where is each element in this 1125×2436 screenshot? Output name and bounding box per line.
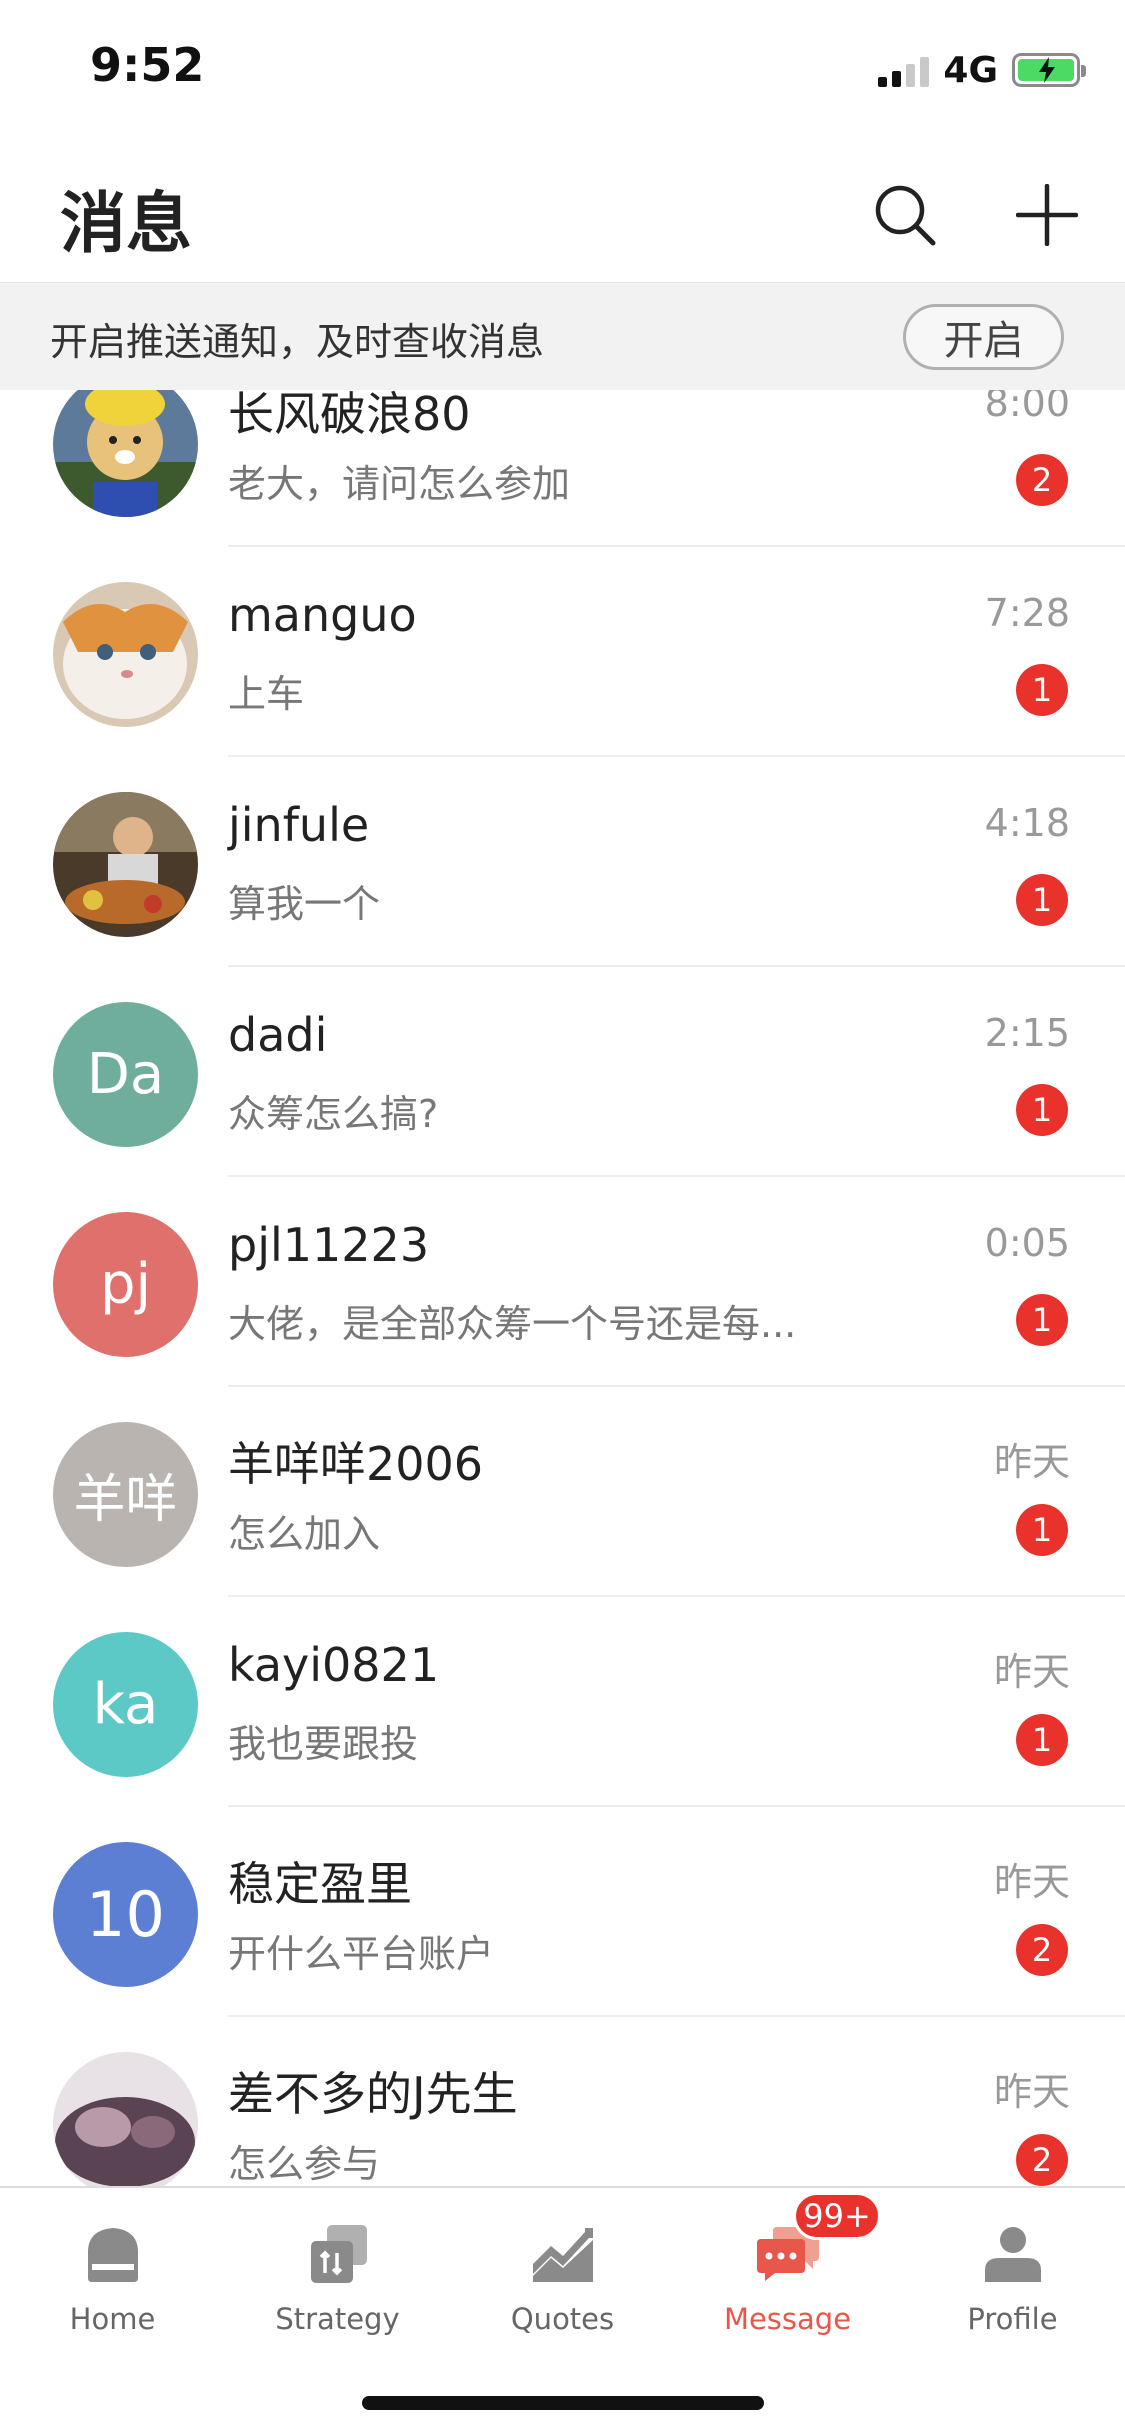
profile-icon	[973, 2214, 1053, 2294]
conversation-preview: 算我一个	[228, 882, 381, 926]
network-type: 4G	[943, 49, 998, 91]
conversation-time: 昨天	[993, 1860, 1070, 1904]
avatar	[53, 2052, 198, 2186]
unread-badge: 1	[1016, 1294, 1068, 1346]
avatar	[53, 582, 198, 727]
tab-strategy[interactable]: Strategy	[225, 2188, 450, 2348]
status-time: 9:52	[90, 38, 205, 92]
unread-badge: 1	[1016, 874, 1068, 926]
tab-label: Message	[723, 2302, 852, 2336]
avatar-initials: Da	[86, 1042, 165, 1107]
strategy-icon	[298, 2214, 378, 2294]
unread-badge: 2	[1016, 454, 1068, 506]
tab-profile[interactable]: Profile	[900, 2188, 1125, 2348]
unread-badge: 1	[1016, 1084, 1068, 1136]
avatar-initials: 10	[86, 1878, 165, 1951]
avatar-initials: 羊咩	[73, 1470, 178, 1530]
conversation-name: 稳定盈里	[228, 1857, 412, 1911]
conversation-item[interactable]: ka kayi0821 我也要跟投 昨天 1	[0, 1597, 1125, 1807]
avatar: ka	[53, 1632, 198, 1777]
search-button[interactable]	[865, 175, 945, 255]
conversation-item[interactable]: manguo 上车 7:28 1	[0, 547, 1125, 757]
avatar: pj	[53, 1212, 198, 1357]
avatar-initials: ka	[92, 1672, 159, 1737]
conversation-time: 2:15	[984, 1011, 1070, 1055]
tab-home[interactable]: Home	[0, 2188, 225, 2348]
conversation-item[interactable]: 差不多的J先生 怎么参与 昨天 2	[0, 2017, 1125, 2186]
conversation-name: 羊咩咩2006	[228, 1437, 484, 1491]
page-header: 消息	[0, 140, 1125, 282]
conversation-item[interactable]: Da dadi 众筹怎么搞? 2:15 1	[0, 967, 1125, 1177]
conversation-preview: 老大，请问怎么参加	[228, 462, 571, 506]
status-bar: 9:52 4G	[0, 0, 1125, 140]
conversation-name: kayi0821	[228, 1638, 440, 1692]
conversation-item[interactable]: 长风破浪80 老大，请问怎么参加 8:00 2	[0, 390, 1125, 547]
conversation-preview: 怎么参与	[228, 2142, 381, 2186]
conversation-name: dadi	[228, 1008, 328, 1062]
conversation-preview: 上车	[228, 672, 305, 716]
conversation-time: 0:05	[984, 1221, 1070, 1265]
conversation-name: pjl11223	[228, 1218, 430, 1272]
enable-notifications-button[interactable]: 开启	[903, 304, 1064, 370]
tab-label: Profile	[967, 2302, 1058, 2336]
tab-label: Home	[69, 2302, 156, 2336]
avatar: Da	[53, 1002, 198, 1147]
avatar: 羊咩	[53, 1422, 198, 1567]
conversation-name: manguo	[228, 588, 417, 642]
home-icon	[73, 2214, 153, 2294]
avatar	[53, 792, 198, 937]
unread-badge: 2	[1016, 1924, 1068, 1976]
conversation-preview: 众筹怎么搞?	[228, 1092, 439, 1136]
conversation-list[interactable]: 长风破浪80 老大，请问怎么参加 8:00 2 manguo 上车 7:28 1…	[0, 390, 1125, 2186]
conversation-name: 差不多的J先生	[228, 2067, 518, 2121]
tab-quotes[interactable]: Quotes	[450, 2188, 675, 2348]
conversation-name: 长风破浪80	[228, 390, 471, 441]
conversation-item[interactable]: pj pjl11223 大佬，是全部众筹一个号还是每... 0:05 1	[0, 1177, 1125, 1387]
unread-badge: 1	[1016, 1714, 1068, 1766]
notify-text: 开启推送通知，及时查收消息	[50, 320, 545, 364]
message-count-badge: 99+	[793, 2192, 881, 2240]
conversation-preview: 我也要跟投	[228, 1722, 419, 1766]
quotes-icon	[523, 2214, 603, 2294]
conversation-time: 4:18	[984, 801, 1070, 845]
conversation-item[interactable]: 羊咩 羊咩咩2006 怎么加入 昨天 1	[0, 1387, 1125, 1597]
battery-icon	[1012, 53, 1086, 87]
conversation-item[interactable]: 10 稳定盈里 开什么平台账户 昨天 2	[0, 1807, 1125, 2017]
conversation-time: 昨天	[993, 1440, 1070, 1484]
conversation-preview: 开什么平台账户	[228, 1932, 495, 1976]
conversation-preview: 大佬，是全部众筹一个号还是每...	[228, 1302, 797, 1346]
conversation-time: 8:00	[984, 390, 1070, 425]
push-notification-banner: 开启推送通知，及时查收消息 开启	[0, 282, 1125, 390]
home-indicator[interactable]	[362, 2396, 764, 2410]
conversation-preview: 怎么加入	[228, 1512, 381, 1556]
avatar: 10	[53, 1842, 198, 1987]
signal-icon	[878, 53, 930, 87]
conversation-time: 昨天	[993, 1650, 1070, 1694]
search-icon	[875, 185, 936, 246]
status-indicators: 4G	[878, 48, 1086, 92]
conversation-item[interactable]: jinfule 算我一个 4:18 1	[0, 757, 1125, 967]
unread-badge: 1	[1016, 1504, 1068, 1556]
conversation-name: jinfule	[228, 798, 370, 852]
add-button[interactable]	[1007, 175, 1087, 255]
tab-label: Quotes	[510, 2302, 615, 2336]
conversation-time: 7:28	[984, 591, 1070, 635]
tab-label: Strategy	[275, 2302, 400, 2336]
page-title: 消息	[60, 185, 192, 262]
conversation-time: 昨天	[993, 2070, 1070, 2114]
plus-icon	[1016, 184, 1078, 246]
unread-badge: 2	[1016, 2134, 1068, 2186]
unread-badge: 1	[1016, 664, 1068, 716]
avatar	[53, 390, 198, 517]
avatar-initials: pj	[99, 1252, 152, 1317]
